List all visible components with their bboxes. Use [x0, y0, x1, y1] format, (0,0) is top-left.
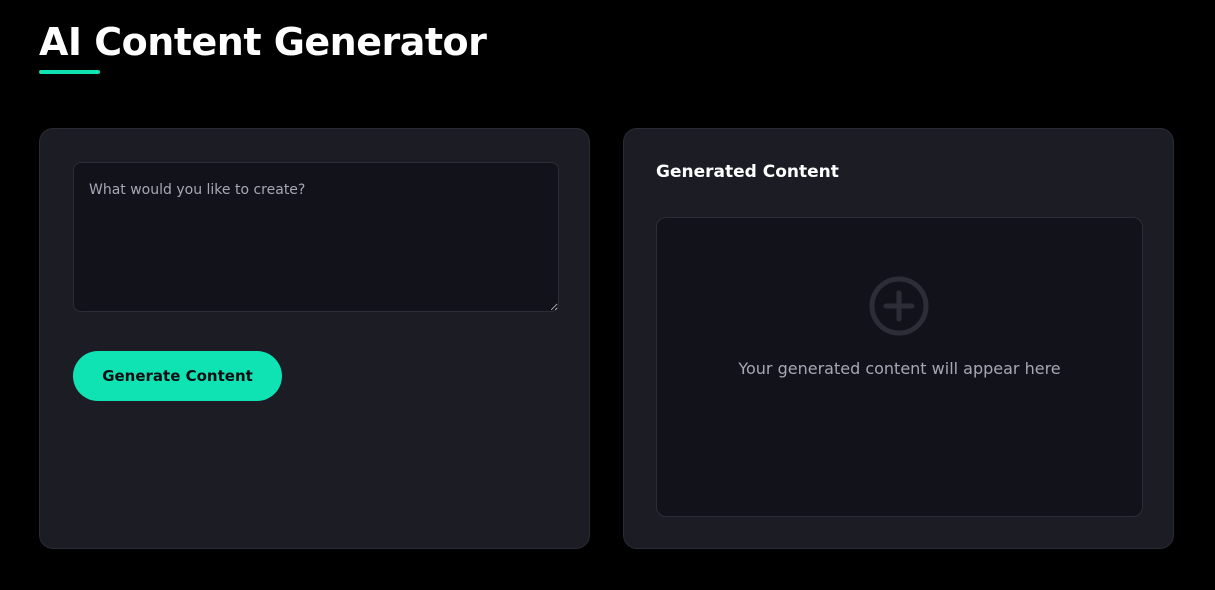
input-panel: Generate Content [39, 128, 590, 549]
page: AI Content Generator Generate Content Ge… [0, 0, 1215, 590]
output-panel-title: Generated Content [656, 162, 839, 182]
output-panel: Generated Content Your generated content… [623, 128, 1174, 549]
title-underline [39, 70, 100, 74]
page-title: AI Content Generator [39, 20, 487, 64]
plus-circle-icon [869, 276, 929, 336]
prompt-input[interactable] [73, 162, 559, 312]
empty-state-message: Your generated content will appear here [738, 359, 1061, 378]
generated-content-area: Your generated content will appear here [656, 217, 1143, 517]
generate-content-button[interactable]: Generate Content [73, 351, 282, 401]
